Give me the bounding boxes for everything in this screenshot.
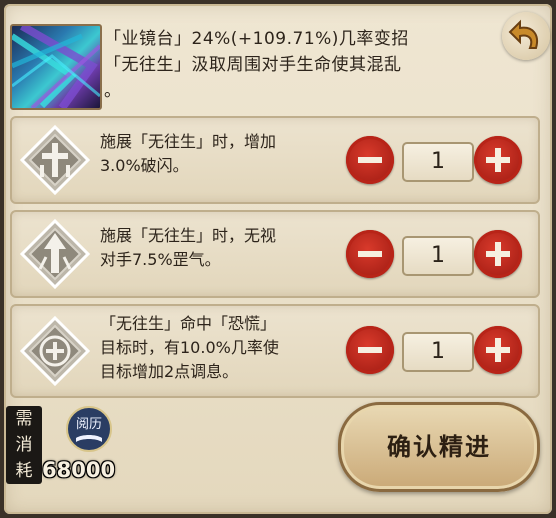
enhance-row-1: 施展「无往生」时，增加 3.0%破闪。 1: [10, 116, 540, 204]
row-2-text: 施展「无往生」时，无视 对手7.5%罡气。: [100, 226, 277, 269]
confirm-enhance-button[interactable]: 确认精进: [338, 402, 540, 492]
enhance-row-2: 施展「无往生」时，无视 对手7.5%罡气。 1: [10, 210, 540, 298]
plus-icon: [486, 338, 510, 362]
cost-label-char: 耗: [15, 461, 33, 481]
row-3-count: 1: [402, 332, 474, 372]
cross-buff-icon: [20, 125, 90, 195]
row-1-count: 1: [402, 142, 474, 182]
minus-icon: [358, 157, 382, 163]
plus-icon: [486, 148, 510, 172]
row-2-plus-button[interactable]: [474, 230, 522, 278]
yueli-icon-text: 阅历: [76, 417, 102, 432]
cost-amount: 68000: [42, 458, 116, 482]
cost-label-char: 消: [15, 435, 33, 455]
skill-description: 「业镜台」24%(+109.71%)几率变招 「无往生」汲取周围对手生命使其混乱…: [104, 29, 409, 101]
row-3-text: 「无往生」命中「恐慌」 目标时，有10.0%几率使 目标增加2点调息。: [100, 314, 279, 381]
enhance-row-3: 「无往生」命中「恐慌」 目标时，有10.0%几率使 目标增加2点调息。 1: [10, 304, 540, 398]
plus-icon: [20, 316, 90, 386]
minus-icon: [358, 347, 382, 353]
row-1-text: 施展「无往生」时，增加 3.0%破闪。: [100, 132, 277, 175]
row-1-plus-button[interactable]: [474, 136, 522, 184]
back-arrow-icon: [508, 19, 538, 49]
row-1-minus-button[interactable]: [346, 136, 394, 184]
cost-label: 需 消 耗: [6, 406, 42, 484]
yueli-currency-icon: 阅历: [64, 404, 114, 454]
back-button[interactable]: [502, 12, 550, 60]
row-2-count: 1: [402, 236, 474, 276]
row-3-minus-button[interactable]: [346, 326, 394, 374]
cost-label-char: 需: [15, 409, 33, 429]
skill-portrait: [10, 24, 102, 110]
row-2-minus-button[interactable]: [346, 230, 394, 278]
minus-icon: [358, 251, 382, 257]
skill-art-icon: [12, 26, 100, 108]
row-3-plus-button[interactable]: [474, 326, 522, 374]
cost-area: 需 消 耗 阅历 68000: [4, 404, 126, 518]
enhance-panel: 「业镜台」24%(+109.71%)几率变招 「无往生」汲取周围对手生命使其混乱…: [4, 4, 552, 514]
arrow-up-icon: [20, 219, 90, 289]
plus-icon: [486, 242, 510, 266]
